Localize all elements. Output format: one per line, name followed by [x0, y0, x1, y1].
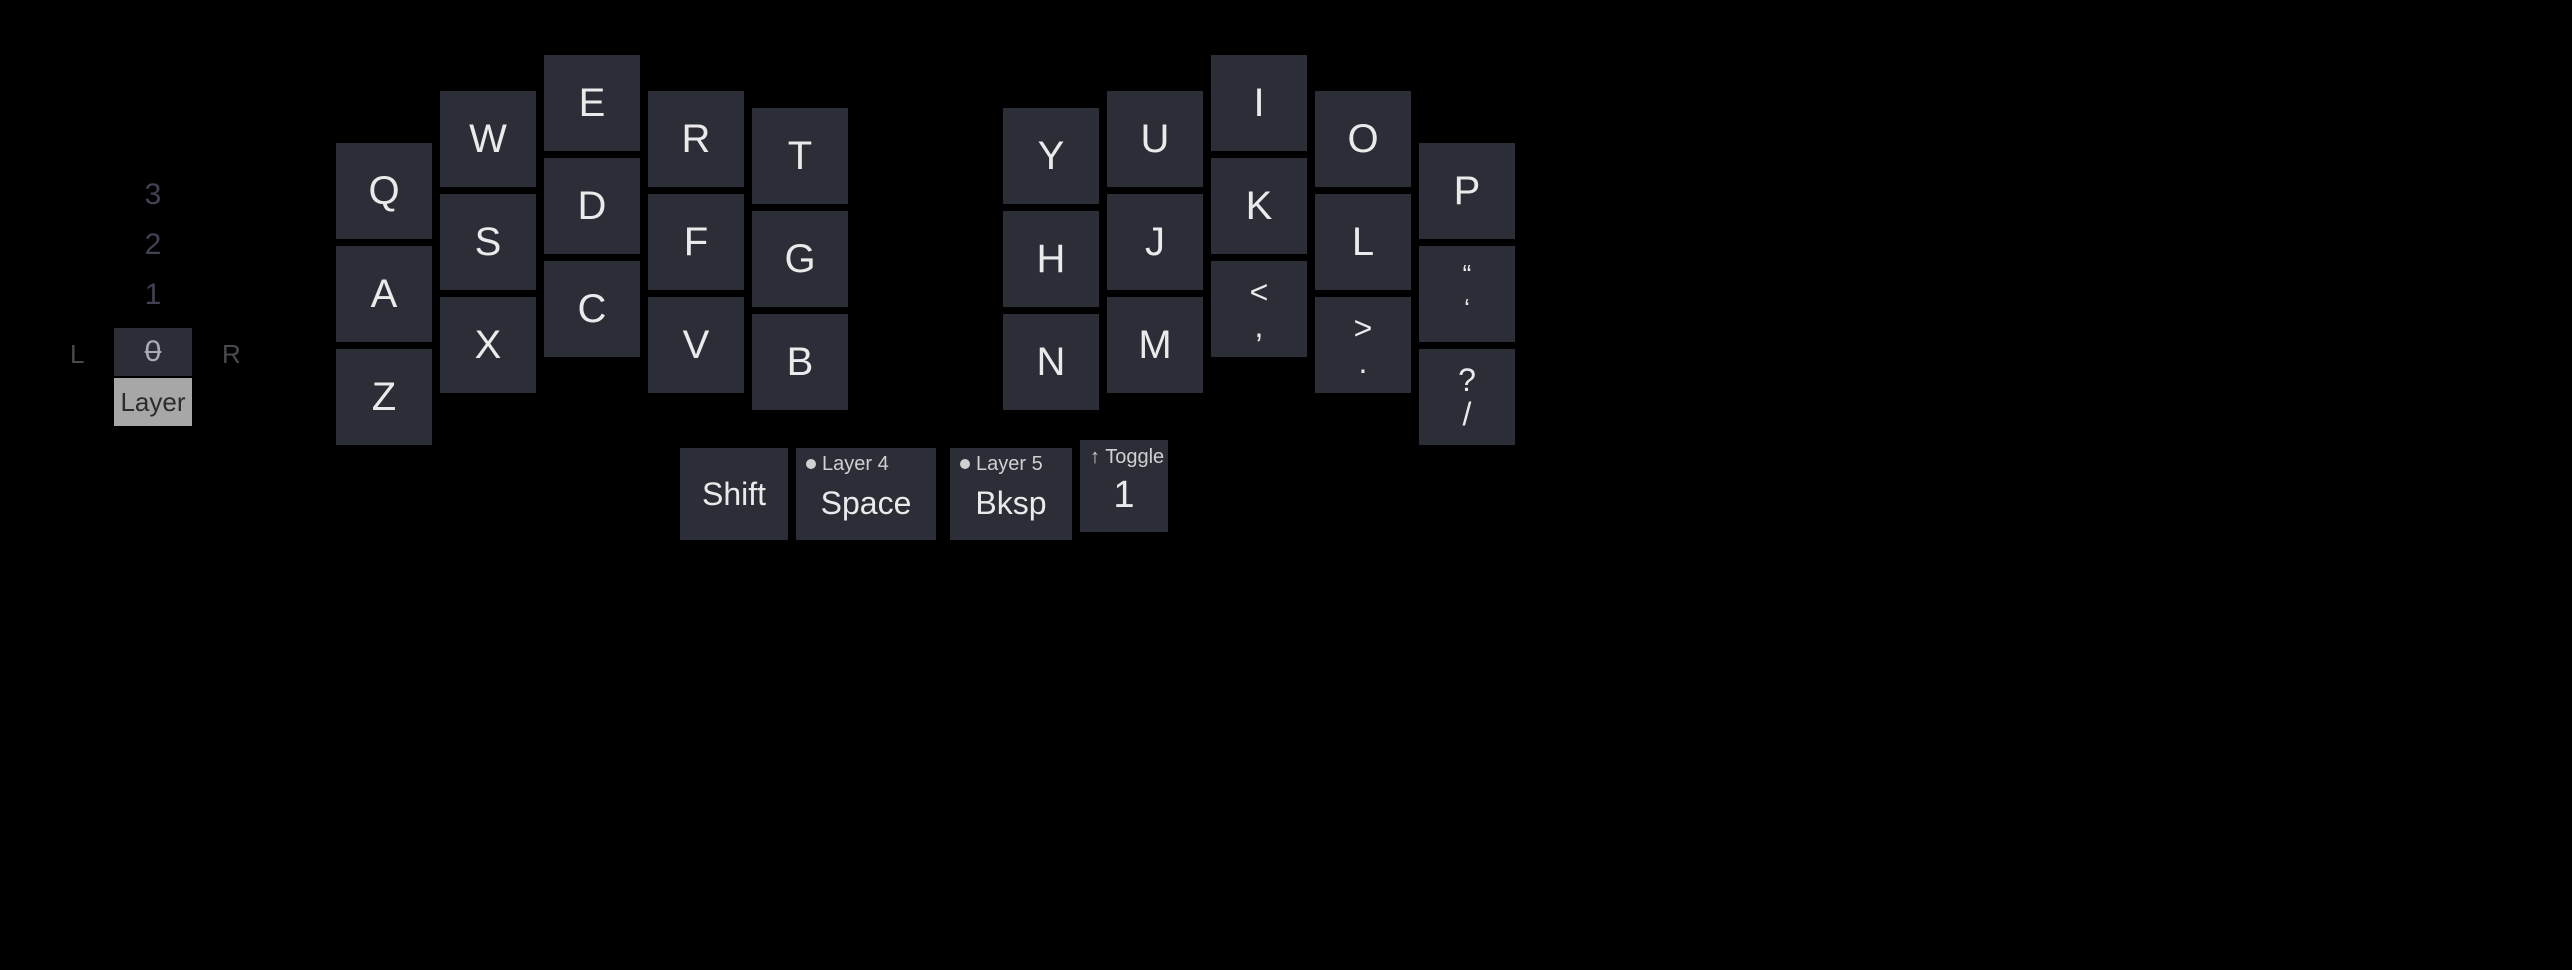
layer-0-active[interactable]: 0: [114, 328, 192, 376]
key-slash[interactable]: ? /: [1419, 349, 1515, 445]
key-u[interactable]: U: [1107, 91, 1203, 187]
key-c[interactable]: C: [544, 261, 640, 357]
key-y[interactable]: Y: [1003, 108, 1099, 204]
key-comma[interactable]: < ,: [1211, 261, 1307, 357]
key-comma-base: ,: [1255, 310, 1264, 342]
key-d[interactable]: D: [544, 158, 640, 254]
key-period[interactable]: > .: [1315, 297, 1411, 393]
key-w[interactable]: W: [440, 91, 536, 187]
key-period-shift: >: [1354, 312, 1373, 344]
thumb-bksp-tag: Layer 5: [960, 454, 1043, 474]
thumb-toggle[interactable]: ↑ Toggle 1: [1080, 440, 1168, 532]
key-k[interactable]: K: [1211, 158, 1307, 254]
layer-3[interactable]: 3: [114, 178, 192, 212]
key-l[interactable]: L: [1315, 194, 1411, 290]
thumb-toggle-tag: ↑ Toggle: [1090, 446, 1164, 469]
key-h[interactable]: H: [1003, 211, 1099, 307]
key-v[interactable]: V: [648, 297, 744, 393]
key-g[interactable]: G: [752, 211, 848, 307]
key-s[interactable]: S: [440, 194, 536, 290]
dot-icon: [960, 459, 970, 469]
key-j[interactable]: J: [1107, 194, 1203, 290]
key-f[interactable]: F: [648, 194, 744, 290]
side-right-label: R: [222, 339, 241, 370]
thumb-bksp-label: Bksp: [975, 485, 1046, 522]
thumb-toggle-label: 1: [1113, 474, 1134, 517]
key-r[interactable]: R: [648, 91, 744, 187]
key-n[interactable]: N: [1003, 314, 1099, 410]
key-quote-base: ‘: [1464, 295, 1470, 321]
thumb-bksp-tag-text: Layer 5: [976, 454, 1043, 474]
keyboard-layout: L R 3 2 1 0 Layer Q A Z W S X E D C R F …: [0, 0, 2572, 970]
thumb-space-label: Space: [821, 485, 912, 522]
key-quote[interactable]: “ ‘: [1419, 246, 1515, 342]
key-o[interactable]: O: [1315, 91, 1411, 187]
key-slash-base: /: [1463, 398, 1472, 430]
thumb-shift-label: Shift: [702, 476, 766, 513]
key-b[interactable]: B: [752, 314, 848, 410]
key-m[interactable]: M: [1107, 297, 1203, 393]
layer-label[interactable]: Layer: [114, 378, 192, 426]
thumb-bksp[interactable]: Layer 5 Bksp: [950, 448, 1072, 540]
layer-2[interactable]: 2: [114, 228, 192, 262]
thumb-space-tag-text: Layer 4: [822, 454, 889, 474]
key-i[interactable]: I: [1211, 55, 1307, 151]
thumb-space-tag: Layer 4: [806, 454, 889, 474]
arrow-up-icon: ↑: [1090, 446, 1100, 468]
dot-icon: [806, 459, 816, 469]
key-quote-shift: “: [1463, 261, 1472, 287]
key-comma-shift: <: [1250, 276, 1269, 308]
thumb-shift[interactable]: Shift: [680, 448, 788, 540]
layer-1[interactable]: 1: [114, 278, 192, 312]
key-x[interactable]: X: [440, 297, 536, 393]
key-e[interactable]: E: [544, 55, 640, 151]
side-left-label: L: [70, 339, 84, 370]
key-period-base: .: [1359, 346, 1368, 378]
key-a[interactable]: A: [336, 246, 432, 342]
key-q[interactable]: Q: [336, 143, 432, 239]
key-t[interactable]: T: [752, 108, 848, 204]
key-p[interactable]: P: [1419, 143, 1515, 239]
thumb-space[interactable]: Layer 4 Space: [796, 448, 936, 540]
key-slash-shift: ?: [1458, 364, 1476, 396]
thumb-toggle-tag-text: Toggle: [1105, 446, 1164, 468]
key-z[interactable]: Z: [336, 349, 432, 445]
